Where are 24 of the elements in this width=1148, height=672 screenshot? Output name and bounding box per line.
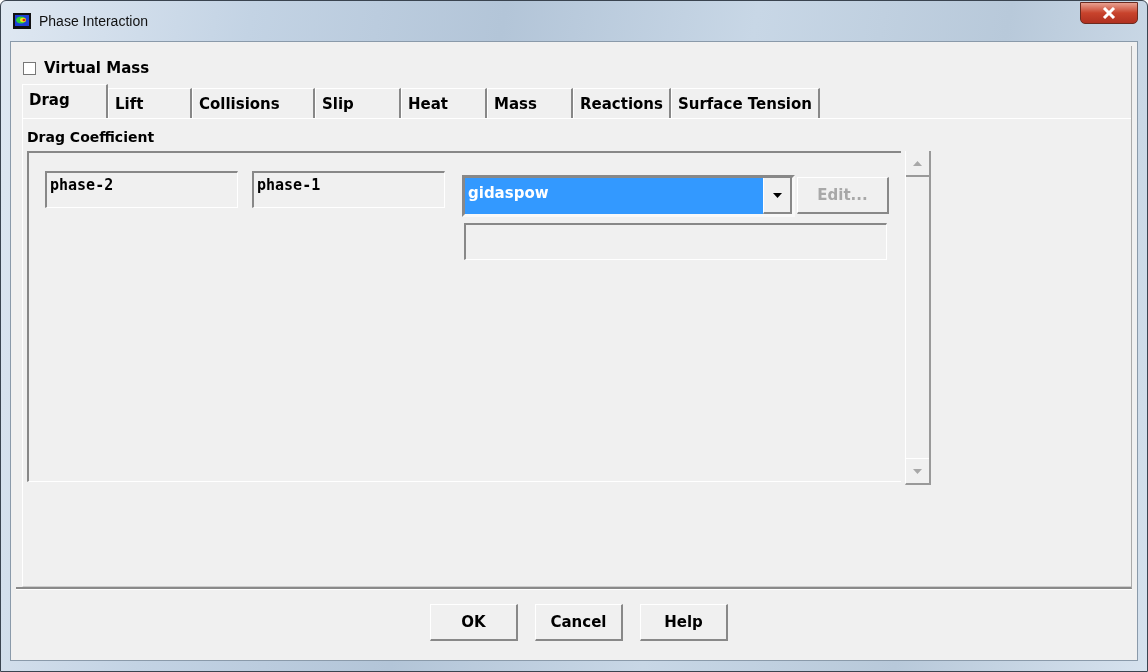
tab[interactable]: Slip xyxy=(315,88,401,118)
input-field[interactable] xyxy=(464,223,887,260)
dropdown-arrow-icon[interactable] xyxy=(763,178,792,214)
tab[interactable]: Mass xyxy=(487,88,573,118)
tab[interactable]: Heat xyxy=(401,88,487,118)
scrollbar[interactable] xyxy=(905,151,931,485)
dialog-button[interactable]: Help xyxy=(640,603,728,641)
dropdown-value: gidaspow xyxy=(465,178,763,214)
phase-field: phase-2 xyxy=(45,171,238,208)
tab[interactable]: Surface Tension xyxy=(670,88,820,118)
dialog-button[interactable]: Cancel xyxy=(535,603,623,641)
app-icon xyxy=(13,13,31,29)
tab[interactable]: Lift xyxy=(108,88,192,118)
checkbox[interactable] xyxy=(23,61,36,75)
checkbox-label: Virtual Mass xyxy=(44,59,150,77)
tab[interactable]: Drag xyxy=(22,84,108,118)
close-icon xyxy=(1102,7,1116,19)
close-button[interactable] xyxy=(1080,2,1138,24)
phase-field: phase-1 xyxy=(252,171,445,208)
section-label: Drag Coefficient xyxy=(27,129,156,147)
tab[interactable]: Collisions xyxy=(192,88,315,118)
dialog-button[interactable]: OK xyxy=(430,603,518,641)
window-title: Phase Interaction xyxy=(39,13,148,29)
tab[interactable]: Reactions xyxy=(573,88,671,118)
